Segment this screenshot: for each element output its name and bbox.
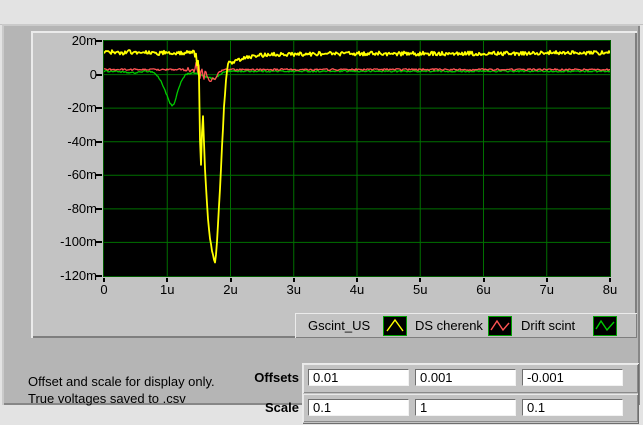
y-axis-tick-mark [96, 107, 102, 110]
x-axis-tick-label: 6u [476, 282, 491, 297]
x-axis-tick-mark [482, 278, 485, 282]
scale-row-label: Scale [265, 400, 299, 415]
ds-cherenk-sample-icon[interactable] [488, 315, 512, 336]
y-axis-tick-mark [96, 140, 102, 143]
note-line-2: True voltages saved to .csv [28, 391, 186, 406]
x-axis-tick-mark [103, 278, 105, 282]
legend-label: Gscint_US [308, 318, 371, 333]
y-axis-tick-label: 0 [89, 66, 97, 82]
scale-input-drift[interactable] [522, 399, 623, 416]
x-axis-tick-label: 7u [539, 282, 554, 297]
y-axis-tick-mark [96, 174, 102, 177]
x-axis-tick-mark [229, 278, 232, 282]
offsets-row-label: Offsets [254, 370, 299, 385]
x-axis-tick-mark [609, 278, 611, 282]
front-panel: Offset and scale for display only. True … [0, 0, 643, 425]
gscint-us-sample-icon[interactable] [383, 315, 407, 336]
x-axis-tick-label: 4u [349, 282, 365, 297]
y-axis-tick-mark [96, 73, 102, 76]
scale-input-gscint[interactable] [308, 399, 409, 416]
x-axis-tick-label: 3u [286, 282, 301, 297]
offset-input-drift[interactable] [522, 369, 623, 386]
x-axis-tick-mark [166, 278, 169, 282]
y-axis-tick-mark [96, 241, 102, 244]
y-axis-tick-label: -20m [67, 100, 97, 116]
x-axis-tick-label: 8u [602, 282, 618, 297]
legend-label: DS cherenk [415, 318, 483, 333]
offsets-row [303, 364, 638, 393]
note-line-1: Offset and scale for display only. [28, 374, 215, 389]
y-axis-tick-label: -40m [67, 133, 97, 149]
drift-scint-sample-icon[interactable] [593, 315, 617, 336]
offset-input-cherenk[interactable] [415, 369, 516, 386]
waveform-plot[interactable] [103, 40, 611, 277]
legend-item-gscint-us[interactable]: Gscint_US [308, 313, 407, 338]
display-note: Offset and scale for display only. True … [28, 373, 215, 407]
y-axis-tick-label: -80m [67, 200, 97, 216]
x-axis-tick-label: 0 [100, 282, 108, 297]
legend-item-drift-scint[interactable]: Drift scint [521, 313, 617, 338]
window-top-strip [0, 0, 643, 25]
y-axis-tick-label: -60m [67, 167, 97, 183]
x-axis-tick-mark [292, 278, 295, 282]
y-axis-tick-mark [96, 275, 102, 277]
x-axis-tick-mark [356, 278, 358, 282]
x-axis-tick-mark [419, 278, 422, 282]
y-axis-tick-label: -100m [60, 234, 97, 250]
x-axis-tick-label: 2u [223, 282, 238, 297]
x-axis-tick-label: 5u [413, 282, 428, 297]
plot-legend: Gscint_US DS cherenk Drift scint [295, 313, 637, 338]
waveform-traces [103, 41, 611, 276]
x-axis-tick-label: 1u [160, 282, 175, 297]
x-axis-tick-mark [545, 278, 548, 282]
offset-scale-controls [302, 363, 639, 424]
legend-label: Drift scint [521, 318, 576, 333]
y-axis-tick-label: 20m [71, 33, 97, 48]
scale-row [303, 394, 638, 422]
y-axis-tick-mark [96, 207, 102, 210]
y-axis-tick-mark [96, 40, 102, 42]
scale-input-cherenk[interactable] [415, 399, 516, 416]
legend-item-ds-cherenk[interactable]: DS cherenk [415, 313, 512, 338]
offset-input-gscint[interactable] [308, 369, 409, 386]
